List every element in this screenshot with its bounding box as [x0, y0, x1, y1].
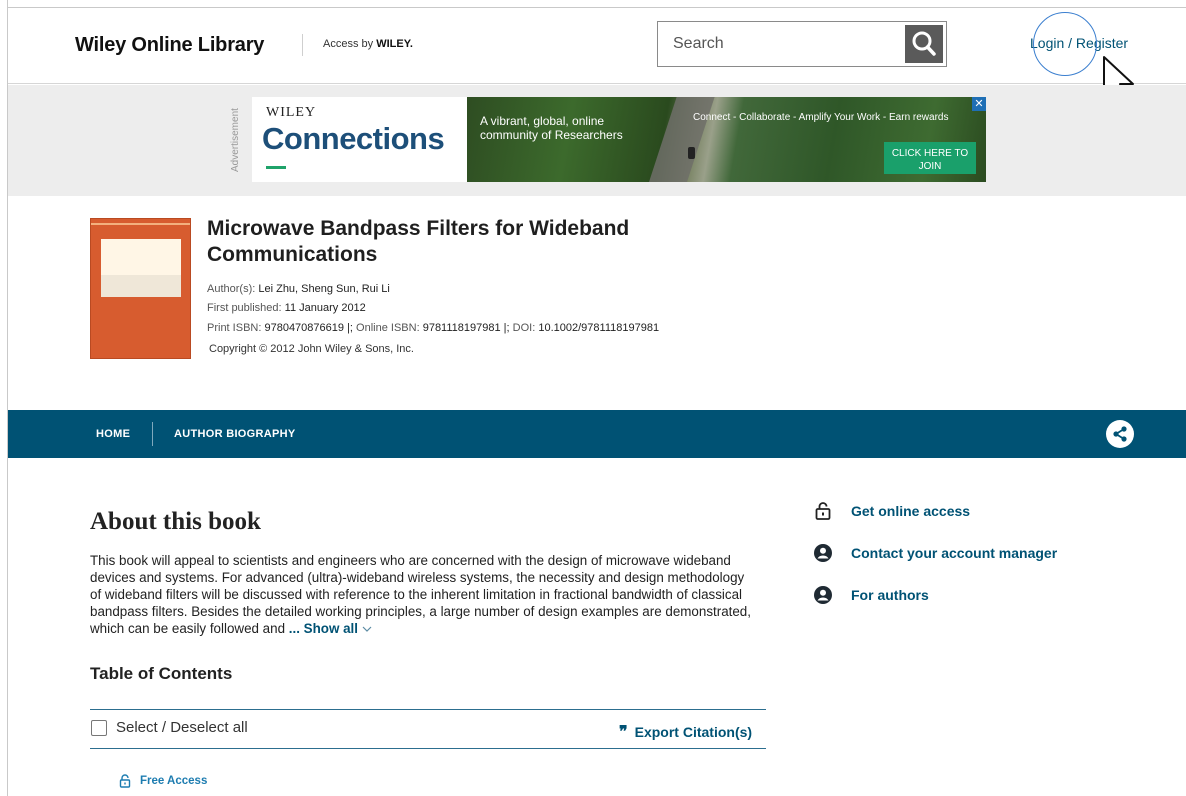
- tab-author-biography[interactable]: AUTHOR BIOGRAPHY: [174, 428, 296, 440]
- ad-tagline-line2: community of Researchers: [480, 128, 623, 142]
- search-icon: [912, 31, 936, 56]
- for-authors-link[interactable]: For authors: [813, 585, 929, 605]
- print-isbn-label: Print ISBN:: [207, 322, 262, 334]
- access-by-label: Access by WILEY.: [323, 38, 413, 50]
- unlock-icon: [119, 774, 131, 788]
- ad-cta-line2: JOIN: [918, 160, 942, 172]
- ad-banner[interactable]: WILEY Connections A vibrant, global, onl…: [252, 97, 986, 182]
- ad-accent-bar: [266, 166, 286, 169]
- book-first-published: First published: 11 January 2012: [207, 302, 366, 314]
- ad-car-graphic: [688, 147, 695, 159]
- ad-slogan: Connect - Collaborate - Amplify Your Wor…: [693, 112, 949, 123]
- ad-tagline-line1: A vibrant, global, online: [480, 114, 605, 128]
- advertisement-label: Advertisement: [230, 108, 241, 172]
- ad-close-button[interactable]: ✕: [972, 97, 986, 111]
- toc-divider-top: [90, 709, 766, 710]
- search-button[interactable]: [905, 25, 943, 63]
- first-published-value: 11 January 2012: [284, 302, 366, 314]
- about-heading: About this book: [90, 508, 261, 535]
- ad-brand-panel: WILEY Connections: [252, 97, 467, 182]
- ad-join-button[interactable]: CLICK HERE TO JOIN: [884, 142, 976, 174]
- export-citation-button[interactable]: ❞ Export Citation(s): [619, 722, 752, 742]
- book-title: Microwave Bandpass Filters for Wideband …: [207, 217, 630, 266]
- free-access-label: Free Access: [140, 775, 208, 787]
- show-all-link[interactable]: Show all: [304, 621, 372, 636]
- ad-road-graphic: [644, 97, 718, 182]
- show-all-label: Show all: [303, 621, 358, 636]
- logo-divider: [302, 34, 303, 56]
- search-box: [657, 21, 947, 67]
- book-copyright: Copyright © 2012 John Wiley & Sons, Inc.: [209, 343, 414, 355]
- select-all-label: Select / Deselect all: [116, 719, 248, 736]
- authors-label: Author(s):: [207, 283, 256, 295]
- first-published-label: First published:: [207, 302, 282, 314]
- user-circle-icon: [813, 585, 833, 605]
- login-register-link[interactable]: Login / Register: [1030, 35, 1128, 51]
- for-authors-label: For authors: [851, 587, 929, 603]
- export-citation-label: Export Citation(s): [634, 724, 753, 740]
- advertisement-band: Advertisement WILEY Connections A vibran…: [8, 85, 1186, 196]
- toc-heading: Table of Contents: [90, 664, 233, 683]
- online-isbn-value: 9781118197981: [422, 322, 501, 334]
- user-circle-icon: [813, 543, 833, 563]
- site-header: Wiley Online Library Access by WILEY. Lo…: [8, 8, 1186, 105]
- cover-stripe: [91, 223, 190, 225]
- contact-account-manager-label: Contact your account manager: [851, 545, 1058, 561]
- book-cover-image: [90, 218, 191, 359]
- ad-tagline: A vibrant, global, online community of R…: [480, 114, 623, 142]
- share-icon: [1113, 426, 1127, 442]
- online-isbn-label: Online ISBN:: [356, 322, 420, 334]
- access-by-prefix: Access by: [323, 38, 374, 50]
- search-input[interactable]: [658, 22, 903, 66]
- ad-cta-line1: CLICK HERE TO: [891, 147, 969, 159]
- ad-connections-wordmark: Connections: [262, 121, 445, 156]
- select-all-control[interactable]: Select / Deselect all: [91, 719, 248, 736]
- site-logo[interactable]: Wiley Online Library: [75, 34, 264, 57]
- about-ellipsis: ...: [288, 621, 304, 636]
- ad-forest-road-image: A vibrant, global, online community of R…: [467, 97, 986, 182]
- cover-illustration: [101, 275, 181, 297]
- print-isbn-value: 9780470876619: [264, 322, 344, 334]
- access-by-brand: WILEY.: [376, 38, 413, 50]
- book-nav-bar: HOME AUTHOR BIOGRAPHY: [8, 410, 1186, 458]
- chevron-down-icon: [362, 626, 372, 632]
- book-identifiers: Print ISBN: 9780470876619 |; Online ISBN…: [207, 322, 660, 334]
- about-description: This book will appeal to scientists and …: [90, 552, 755, 637]
- book-authors: Author(s): Lei Zhu, Sheng Sun, Rui Li: [207, 283, 390, 295]
- authors-value[interactable]: Lei Zhu, Sheng Sun, Rui Li: [258, 283, 389, 295]
- quote-icon: ❞: [619, 724, 628, 741]
- nav-divider: [152, 422, 153, 446]
- unlock-icon: [813, 501, 833, 521]
- doi-value: 10.1002/9781118197981: [538, 322, 660, 334]
- tab-home[interactable]: HOME: [96, 428, 130, 440]
- get-online-access-label: Get online access: [851, 503, 971, 519]
- share-button[interactable]: [1106, 420, 1134, 448]
- free-access-badge: Free Access: [118, 774, 207, 788]
- select-all-checkbox[interactable]: [91, 719, 107, 736]
- get-online-access-link[interactable]: Get online access: [813, 501, 970, 521]
- toc-divider-bottom: [90, 748, 766, 749]
- ad-wiley-wordmark: WILEY: [266, 105, 317, 120]
- contact-account-manager-link[interactable]: Contact your account manager: [813, 543, 1057, 563]
- about-text: This book will appeal to scientists and …: [90, 553, 751, 636]
- doi-label: DOI:: [512, 322, 536, 334]
